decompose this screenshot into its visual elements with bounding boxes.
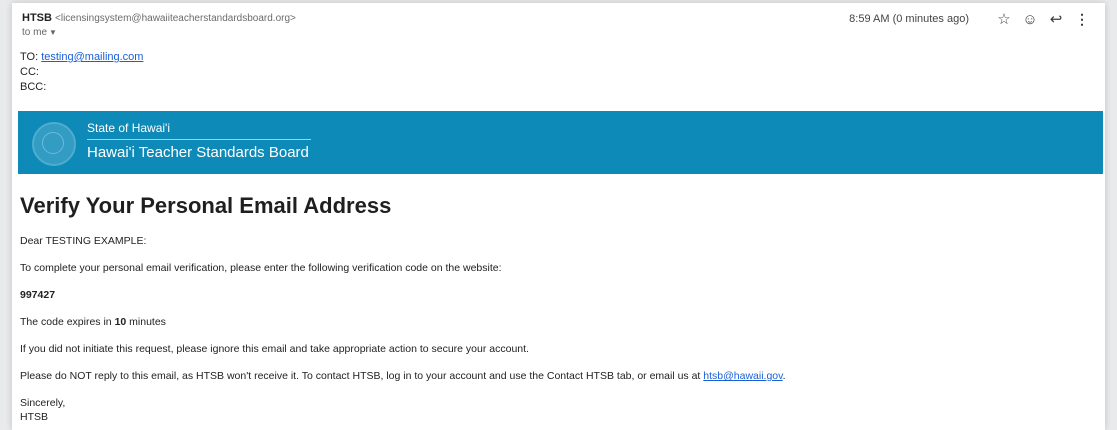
sender-name[interactable]: HTSB: [22, 12, 52, 24]
bcc-line: BCC:: [20, 81, 47, 93]
banner-state: State of Hawai'i: [87, 121, 170, 135]
emoji-icon[interactable]: ☺: [1017, 10, 1043, 28]
greeting: Dear TESTING EXAMPLE:: [20, 235, 147, 247]
htsb-email-link[interactable]: htsb@hawaii.gov: [703, 370, 782, 382]
reply-icon[interactable]: ↩: [1043, 10, 1069, 28]
to-email-link[interactable]: testing@mailing.com: [41, 51, 143, 63]
expires-text: The code expires in 10 minutes: [20, 316, 166, 328]
to-me-toggle[interactable]: to me ▼: [22, 27, 57, 38]
noreply-prefix: Please do NOT reply to this email, as HT…: [20, 370, 704, 382]
sender-row: HTSB <licensingsystem@hawaiiteacherstand…: [22, 12, 296, 24]
to-label: TO:: [20, 51, 39, 63]
cc-line: CC:: [20, 66, 39, 78]
banner-board: Hawai'i Teacher Standards Board: [87, 144, 309, 161]
banner-divider: [87, 139, 311, 140]
more-vert-icon[interactable]: ⋮: [1069, 10, 1095, 28]
expires-prefix: The code expires in: [20, 316, 115, 328]
email-message: HTSB <licensingsystem@hawaiiteacherstand…: [12, 3, 1105, 430]
star-icon[interactable]: ☆: [991, 10, 1017, 28]
recipients: TO: testing@mailing.com CC: BCC:: [20, 50, 143, 95]
to-line: TO: testing@mailing.com: [20, 50, 143, 65]
noreply-suffix: .: [782, 370, 786, 382]
intro-text: To complete your personal email verifica…: [20, 262, 502, 274]
htsb-banner: State of Hawai'i Hawai'i Teacher Standar…: [18, 111, 1103, 174]
noreply-text: Please do NOT reply to this email, as HT…: [20, 370, 786, 382]
signature: HTSB: [20, 411, 49, 423]
email-title: Verify Your Personal Email Address: [20, 193, 392, 218]
sender-email: <licensingsystem@hawaiiteacherstandardsb…: [55, 13, 296, 24]
chevron-down-icon: ▼: [49, 28, 57, 37]
verification-code: 997427: [20, 289, 56, 301]
state-seal-icon: [32, 122, 76, 166]
signoff: Sincerely,: [20, 397, 66, 409]
to-me-label: to me: [22, 27, 48, 38]
expires-minutes: 10: [114, 316, 127, 328]
message-toolbar: 8:59 AM (0 minutes ago) ☆ ☺ ↩ ⋮: [849, 10, 1095, 29]
expires-suffix: minutes: [126, 316, 166, 328]
ignore-text: If you did not initiate this request, pl…: [20, 343, 529, 355]
message-time: 8:59 AM (0 minutes ago): [849, 13, 969, 25]
